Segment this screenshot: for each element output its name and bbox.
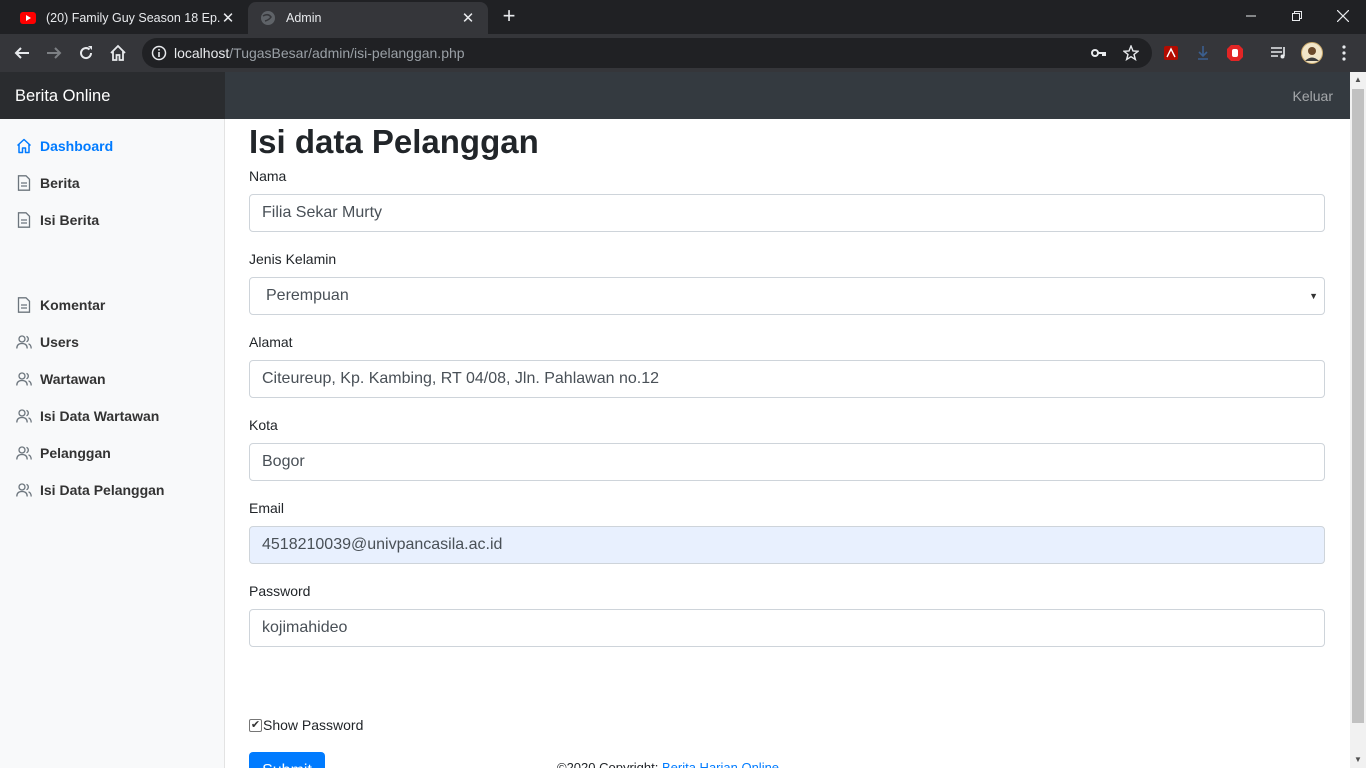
bookmark-star-icon[interactable] <box>1122 44 1140 62</box>
email-label: Email <box>249 500 285 516</box>
sidebar-item-users[interactable]: Users <box>16 332 79 352</box>
key-icon[interactable] <box>1090 44 1108 62</box>
file-icon <box>16 297 32 313</box>
password-input[interactable]: kojimahideo <box>249 609 1325 647</box>
url-host: localhost <box>174 45 230 61</box>
scroll-down-arrow-icon[interactable]: ▼ <box>1350 752 1366 768</box>
sidebar: Dashboard Berita Isi Berita Komentar Use… <box>0 119 225 768</box>
file-icon <box>16 212 32 228</box>
jenis-kelamin-label: Jenis Kelamin <box>249 251 337 267</box>
scrollbar-thumb[interactable] <box>1352 89 1364 723</box>
minimize-button[interactable] <box>1228 0 1274 32</box>
email-input[interactable]: 4518210039@univpancasila.ac.id <box>249 526 1325 564</box>
users-icon <box>16 371 32 387</box>
brand-logo[interactable]: Berita Online <box>0 72 225 119</box>
globe-icon <box>260 10 276 26</box>
url-text: localhost/TugasBesar/admin/isi-pelanggan… <box>174 45 465 61</box>
footer-text: ©2020 Copyright: <box>557 760 662 768</box>
download-extension-icon[interactable] <box>1193 43 1213 63</box>
show-password-checkbox[interactable]: ✔ <box>249 718 262 732</box>
sidebar-item-label: Komentar <box>40 297 106 313</box>
footer-link[interactable]: Berita Harian Online <box>662 760 779 768</box>
nama-input[interactable]: Filia Sekar Murty <box>249 194 1325 232</box>
users-icon <box>16 445 32 461</box>
home-button[interactable] <box>104 39 132 67</box>
sidebar-item-dashboard[interactable]: Dashboard <box>16 136 113 156</box>
close-tab-icon[interactable]: ✕ <box>220 10 236 27</box>
sidebar-item-label: Pelanggan <box>40 445 111 461</box>
kota-label: Kota <box>249 417 278 433</box>
sidebar-item-isi-data-wartawan[interactable]: Isi Data Wartawan <box>16 406 159 426</box>
footer-copyright: ©2020 Copyright: Berita Harian Online <box>557 760 779 768</box>
sidebar-item-label: Isi Berita <box>40 212 100 228</box>
sidebar-item-berita[interactable]: Berita <box>16 173 80 193</box>
profile-avatar[interactable] <box>1301 42 1323 64</box>
kota-input[interactable]: Bogor <box>249 443 1325 481</box>
chrome-menu-icon[interactable] <box>1334 43 1354 63</box>
sidebar-item-label: Berita <box>40 175 80 191</box>
password-label: Password <box>249 583 311 599</box>
sidebar-item-label: Isi Data Wartawan <box>40 408 160 424</box>
close-window-button[interactable] <box>1320 0 1366 32</box>
chevron-down-icon: ▼ <box>1309 291 1318 301</box>
address-bar[interactable]: localhost/TugasBesar/admin/isi-pelanggan… <box>142 38 1152 68</box>
sidebar-item-label: Dashboard <box>40 138 114 154</box>
pdf-extension-icon[interactable] <box>1161 43 1181 63</box>
show-password-row: ✔ Show Password <box>249 717 363 733</box>
home-icon <box>16 138 32 154</box>
tab-title: Admin <box>286 11 322 25</box>
page-title: Isi data Pelanggan <box>249 123 539 160</box>
sidebar-item-isi-berita[interactable]: Isi Berita <box>16 210 99 230</box>
reload-button[interactable] <box>72 39 100 67</box>
close-tab-icon[interactable]: ✕ <box>460 10 476 27</box>
new-tab-button[interactable]: + <box>497 5 521 29</box>
restore-button[interactable] <box>1274 0 1320 32</box>
url-path: /TugasBesar/admin/isi-pelanggan.php <box>229 45 465 61</box>
page-viewport: Berita Online Keluar Dashboard Berita Is… <box>0 72 1350 768</box>
users-icon <box>16 408 32 424</box>
sidebar-item-label: Users <box>40 334 79 350</box>
top-navbar: Keluar <box>225 72 1350 119</box>
scroll-up-arrow-icon[interactable]: ▲ <box>1350 72 1366 88</box>
playlist-icon[interactable] <box>1269 43 1289 63</box>
users-icon <box>16 482 32 498</box>
tab-title: (20) Family Guy Season 18 Ep. 03 <box>46 11 220 25</box>
sidebar-item-pelanggan[interactable]: Pelanggan <box>16 443 111 463</box>
info-icon[interactable] <box>151 45 167 61</box>
sidebar-item-komentar[interactable]: Komentar <box>16 295 105 315</box>
users-icon <box>16 334 32 350</box>
jenis-kelamin-select[interactable]: Perempuan ▼ <box>249 277 1325 315</box>
show-password-label[interactable]: Show Password <box>263 717 363 733</box>
sidebar-item-label: Wartawan <box>40 371 106 387</box>
logout-link[interactable]: Keluar <box>1293 88 1333 104</box>
sidebar-item-isi-data-pelanggan[interactable]: Isi Data Pelanggan <box>16 480 164 500</box>
browser-tab-youtube[interactable]: (20) Family Guy Season 18 Ep. 03 ✕ <box>8 2 248 34</box>
youtube-icon <box>20 10 36 26</box>
browser-tab-admin[interactable]: Admin ✕ <box>248 2 488 34</box>
alamat-label: Alamat <box>249 334 293 350</box>
browser-toolbar: localhost/TugasBesar/admin/isi-pelanggan… <box>0 34 1366 72</box>
adblock-extension-icon[interactable] <box>1225 43 1245 63</box>
sidebar-item-wartawan[interactable]: Wartawan <box>16 369 106 389</box>
page-scrollbar[interactable]: ▲ ▼ <box>1350 72 1366 768</box>
forward-button[interactable] <box>40 39 68 67</box>
submit-button[interactable]: Submit <box>249 752 325 768</box>
jenis-kelamin-selected: Perempuan <box>266 287 349 304</box>
file-icon <box>16 175 32 191</box>
sidebar-item-label: Isi Data Pelanggan <box>40 482 165 498</box>
nama-label: Nama <box>249 168 287 184</box>
back-button[interactable] <box>8 39 36 67</box>
alamat-input[interactable]: Citeureup, Kp. Kambing, RT 04/08, Jln. P… <box>249 360 1325 398</box>
browser-tabstrip: (20) Family Guy Season 18 Ep. 03 ✕ Admin… <box>0 0 1366 34</box>
